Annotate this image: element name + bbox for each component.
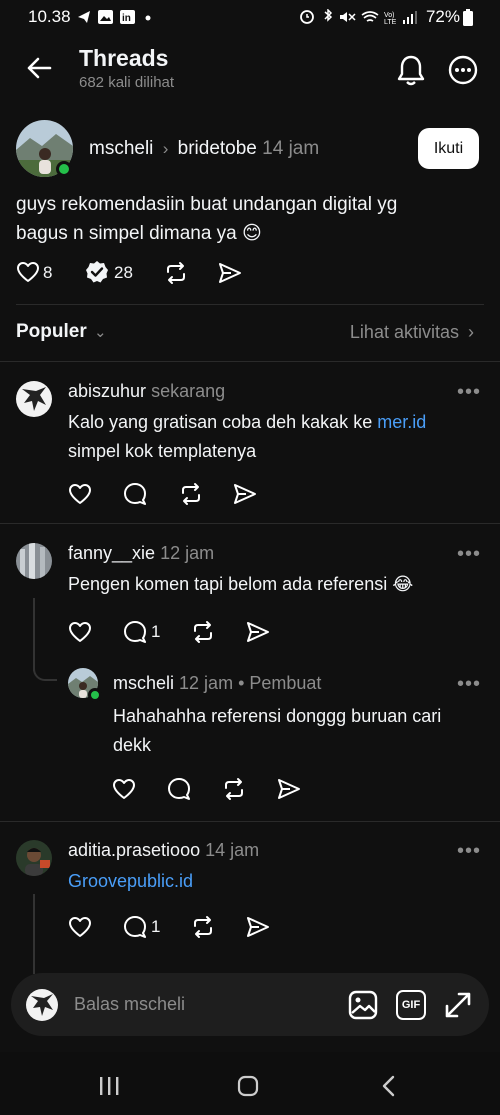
reply-text-line2: dekk [113, 735, 152, 755]
comment-reply-count: 1 [151, 917, 161, 936]
comment-author[interactable]: abiszuhur [68, 381, 146, 401]
online-badge [56, 161, 72, 177]
comment-more-icon[interactable]: ••• [457, 381, 481, 404]
comment-repost-icon[interactable] [191, 620, 215, 644]
battery-percent: 72% [425, 7, 460, 26]
post-reply-count: 28 [114, 263, 133, 282]
svg-text:Vo): Vo) [384, 12, 395, 19]
divider [16, 304, 484, 305]
post-text-line1: guys rekomendasiin buat undangan digital… [16, 194, 398, 215]
reply-share-icon[interactable] [277, 778, 301, 800]
reply-reply-icon[interactable] [167, 777, 191, 801]
comment-text: Kalo yang gratisan coba deh kakak ke mer… [68, 408, 478, 466]
reply-more-icon[interactable]: ••• [457, 673, 481, 696]
post-author-line: mscheli › bridetobe 14 jam [89, 138, 319, 160]
gif-button[interactable]: GIF [396, 990, 426, 1020]
recent-apps-icon[interactable] [98, 1076, 120, 1096]
comment-link[interactable]: Groovepublic.id [68, 867, 193, 896]
comment-link[interactable]: mer.id [377, 412, 426, 432]
comment-text-line1: Kalo yang gratisan coba deh kakak ke [68, 412, 378, 432]
comment-avatar[interactable] [16, 381, 52, 417]
reply-header: mscheli 12 jam • Pembuat [113, 673, 321, 694]
comment-share-icon[interactable] [246, 916, 270, 938]
divider [0, 523, 500, 524]
post-like-button[interactable] [16, 261, 40, 283]
post-text-line2: bagus n simpel dimana ya 😊 [16, 223, 262, 244]
post-time: 14 jam [262, 138, 320, 159]
svg-text:LTE: LTE [384, 19, 397, 25]
post-repost-icon[interactable] [164, 261, 188, 285]
chevron-right-icon: › [162, 139, 169, 158]
post-replies-icon[interactable] [85, 260, 109, 284]
comment-reply-icon[interactable] [123, 482, 147, 506]
home-icon[interactable] [237, 1075, 259, 1097]
follow-button[interactable]: Ikuti [418, 128, 479, 169]
post-text: guys rekomendasiin buat undangan digital… [16, 190, 436, 248]
chevron-right-icon: › [468, 322, 474, 342]
reply-author[interactable]: mscheli [113, 673, 174, 693]
comment-text: Pengen komen tapi belom ada referensi 😂 [68, 574, 414, 594]
thread-line [33, 598, 35, 671]
comment-like-icon[interactable] [68, 916, 92, 938]
bell-icon[interactable] [397, 54, 425, 86]
gif-label: GIF [401, 999, 421, 1011]
svg-text:in: in [122, 13, 131, 24]
comment-like-icon[interactable] [68, 621, 92, 643]
system-back-icon[interactable] [380, 1075, 396, 1097]
view-activity-link[interactable]: Lihat aktivitas › [350, 322, 474, 343]
comment-header: abiszuhur sekarang [68, 381, 225, 402]
post-author-name[interactable]: mscheli [89, 138, 153, 159]
status-time: 10.38 [28, 7, 71, 26]
reply-input[interactable]: Balas mscheli [74, 994, 185, 1015]
comment-text-line2: simpel kok templatenya [68, 441, 257, 461]
comment-reply-icon[interactable] [123, 620, 147, 644]
comment-repost-icon[interactable] [191, 915, 215, 939]
expand-icon[interactable] [443, 990, 473, 1020]
back-arrow-icon[interactable] [26, 56, 52, 80]
reply-like-icon[interactable] [112, 778, 136, 800]
comment-reply-count: 1 [151, 622, 161, 641]
composer-avatar [26, 989, 58, 1021]
sort-dropdown[interactable]: Populer ⌄ [16, 321, 107, 343]
view-activity-label: Lihat aktivitas [349, 322, 459, 342]
divider [0, 361, 500, 362]
image-icon[interactable] [348, 990, 378, 1020]
reply-text-line1: Hahahahha referensi donggg buruan cari [113, 706, 442, 726]
online-badge [88, 688, 102, 702]
page-title: Threads [79, 45, 169, 71]
comment-header: fanny__xie 12 jam [68, 543, 214, 564]
comment-more-icon[interactable]: ••• [457, 543, 481, 566]
comment-like-icon[interactable] [68, 483, 92, 505]
comment-time: 12 jam [160, 543, 215, 563]
divider [0, 821, 500, 822]
comment-more-icon[interactable]: ••• [457, 840, 481, 863]
comment-author[interactable]: aditia.prasetiooo [68, 840, 200, 860]
comment-share-icon[interactable] [246, 621, 270, 643]
post-community[interactable]: bridetobe [178, 138, 257, 159]
status-system-icons: Vo) LTE [300, 9, 418, 25]
comment-avatar[interactable] [16, 840, 52, 876]
reply-text: Hahahahha referensi donggg buruan cari d… [113, 702, 483, 760]
comment-time: sekarang [151, 381, 226, 401]
comment-repost-icon[interactable] [179, 482, 203, 506]
reply-repost-icon[interactable] [222, 777, 246, 801]
view-count: 682 kali dilihat [79, 74, 175, 91]
comment-reply-icon[interactable] [123, 915, 147, 939]
reply-time: 12 jam [179, 673, 234, 693]
comment-author[interactable]: fanny__xie [68, 543, 155, 563]
comment-share-icon[interactable] [233, 483, 257, 505]
sort-label: Populer [16, 321, 87, 342]
comment-avatar[interactable] [16, 543, 52, 579]
post-like-count: 8 [43, 263, 53, 282]
comment-header: aditia.prasetiooo 14 jam [68, 840, 259, 861]
post-share-icon[interactable] [218, 262, 242, 284]
comment-time: 14 jam [205, 840, 260, 860]
status-notification-icons: in [76, 9, 156, 25]
chevron-down-icon: ⌄ [94, 324, 107, 341]
battery-icon [462, 9, 474, 26]
thread-connector [33, 669, 57, 681]
author-badge: • Pembuat [238, 673, 322, 693]
more-options-icon[interactable] [448, 55, 478, 85]
thread-line [33, 894, 35, 974]
